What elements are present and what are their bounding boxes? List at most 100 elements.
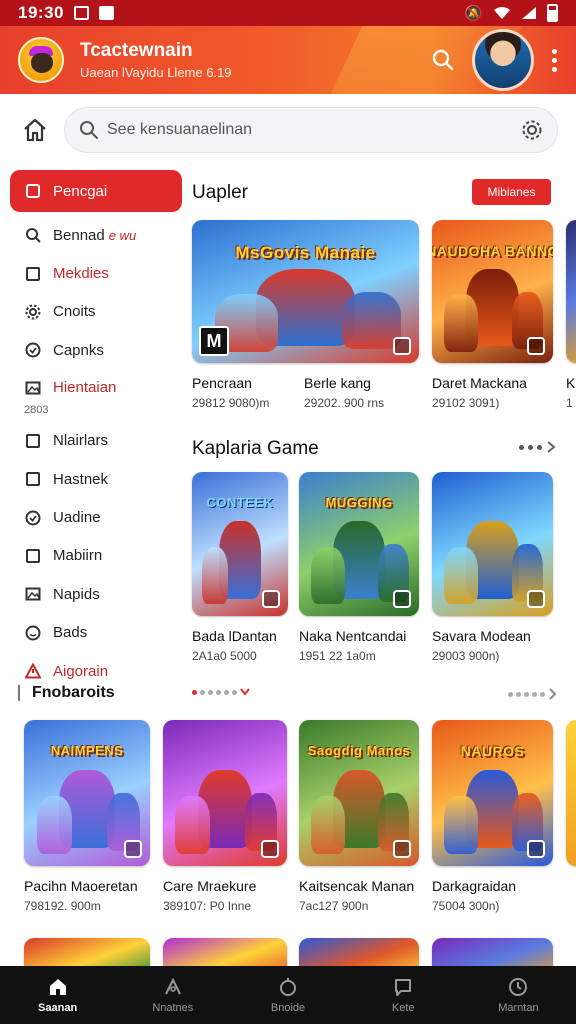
sidebar-item-label: Aigorain (53, 662, 109, 680)
search-bar[interactable] (64, 107, 558, 153)
sidebar-item-bennad[interactable]: Bennad e wu (10, 216, 182, 254)
game-thumbnail: Saogdig Manos (299, 720, 419, 866)
m-logo-icon: M (199, 326, 229, 356)
game-art-title: MUGGING (325, 495, 393, 511)
game-art-title: NAIMPENS (50, 743, 124, 759)
chat-icon (393, 976, 413, 998)
chevron-right-icon (549, 688, 557, 700)
search-icon (80, 121, 98, 139)
square-icon (24, 182, 42, 200)
game-thumbnail: MsGovis Manaie M (192, 220, 419, 363)
home-icon (48, 976, 68, 998)
sidebar-item-mabiirn[interactable]: Mabiirn (10, 537, 182, 575)
sidebar-item-napids[interactable]: Napids (10, 575, 182, 613)
sidebar-item-hientaian[interactable]: Hientaian 2803 (10, 370, 182, 422)
nav-tab-home[interactable]: Saanan (0, 966, 115, 1024)
game-card[interactable]: Savara Modean 29003 900n) (432, 472, 553, 663)
game-meta: 29812 9080)m (192, 396, 270, 410)
more-menu-button[interactable] (552, 48, 558, 72)
warning-icon (24, 662, 42, 680)
sidebar-item-capnks[interactable]: Capnks (10, 331, 182, 369)
section-more-button[interactable] (519, 440, 556, 454)
game-name: Naka Nentcandai (299, 628, 407, 644)
game-card[interactable]: MsGovis Manaie M Pencraan 29812 9080)m B… (192, 220, 419, 410)
brand-icon (393, 337, 411, 355)
notification-icon (98, 6, 114, 20)
chevron-down-icon (240, 688, 250, 696)
game-art-title: MsGovis Manaie (235, 242, 376, 262)
brand-icon (124, 840, 142, 858)
sidebar-item-label: Pencgai (53, 182, 108, 200)
game-art-title: CONTEEK (206, 495, 274, 511)
brand-icon (527, 337, 545, 355)
game-thumbnail: NAIMPENS (24, 720, 150, 866)
game-card[interactable]: NAUDOHA BANNG Daret Mackana 29102 3091) (432, 220, 553, 410)
sidebar-item-hastnek[interactable]: Hastnek (10, 460, 182, 498)
sidebar-item-uadine[interactable]: Uadine (10, 498, 182, 536)
game-meta: 29003 900n) (432, 649, 500, 663)
gear-icon[interactable] (521, 119, 543, 141)
game-card[interactable]: NAUROS Darkagraidan 75004 300n) (432, 720, 553, 913)
sidebar-item-label: Mabiirn (53, 547, 103, 565)
game-thumbnail (432, 472, 553, 616)
game-name: Daret Mackana (432, 375, 527, 391)
game-meta: 29102 3091) (432, 396, 500, 410)
square-icon (24, 265, 42, 283)
nav-tab-label: Kete (391, 1002, 415, 1014)
nav-tab-marntan[interactable]: Marntan (461, 966, 576, 1024)
sidebar-item-mekdies[interactable]: Mekdies (10, 254, 182, 292)
game-name: Care Mraekure (163, 878, 257, 894)
sidebar-item-label: Cnoits (53, 303, 96, 321)
sidebar-item-cnoits[interactable]: Cnoits (10, 293, 182, 331)
user-avatar[interactable] (472, 29, 534, 91)
sidebar-item-label: Mekdies (53, 265, 109, 283)
sidebar-item-label: Bads (53, 624, 88, 642)
game-card[interactable]: NAIMPENS Pacihn Maoeretan 798192. 900m (24, 720, 150, 913)
search-input[interactable] (107, 121, 521, 139)
game-card[interactable]: K 1 (566, 220, 576, 410)
sidebar-item-label: Bennad (53, 226, 105, 244)
game-meta: 29202. 900 rns (304, 396, 385, 410)
game-name: Pencraan (192, 375, 252, 391)
sidebar-item-label: Capnks (53, 341, 104, 359)
game-art-title: NAUDOHA BANNG (432, 242, 553, 259)
sidebar-item-sublabel: 2803 (24, 403, 49, 416)
nav-tab-kete[interactable]: Kete (346, 966, 461, 1024)
game-card[interactable]: Saogdig Manos Kaitsencak Manan 7ac127 90… (299, 720, 419, 913)
carousel-indicator (192, 688, 250, 696)
status-time: 19:30 (18, 3, 64, 22)
smile-icon (24, 624, 42, 642)
brand-icon (262, 590, 280, 608)
sidebar-item-nlairlars[interactable]: Nlairlars (10, 422, 182, 460)
status-bar: 19:30 🔕 (0, 0, 576, 26)
sidebar: Pencgai Bennad e wu Mekdies Cnoits Capnk… (10, 170, 182, 690)
game-card[interactable]: MUGGING Naka Nentcandai 1951 22 1a0m (299, 472, 419, 663)
sidebar-item-pencgai[interactable]: Pencgai (10, 170, 182, 212)
battery-icon (547, 4, 558, 22)
image-icon (24, 379, 42, 397)
sidebar-item-bads[interactable]: Bads (10, 614, 182, 652)
header-search-button[interactable] (428, 45, 458, 75)
game-meta: 798192. 900m (24, 899, 101, 913)
search-icon (24, 226, 42, 244)
sidebar-item-label: Hientaian (53, 378, 117, 396)
section-more-button[interactable] (508, 688, 558, 700)
game-card[interactable]: Care Mraekure 389107: P0 Inne (163, 720, 287, 913)
game-meta: 1 (566, 396, 573, 410)
game-art-title: NAUROS (460, 743, 525, 760)
home-button[interactable] (20, 115, 50, 145)
game-thumbnail (566, 220, 576, 363)
nav-tab-label: Nnatnes (152, 1002, 194, 1014)
nav-tab-label: Bnoide (270, 1002, 306, 1014)
game-card[interactable] (566, 720, 576, 866)
sidebar-footer[interactable]: Fnobaroits (18, 684, 115, 702)
game-meta: 1951 22 1a0m (299, 649, 376, 663)
nav-tab-bnoide[interactable]: Bnoide (230, 966, 345, 1024)
nav-tab-nnatnes[interactable]: Nnatnes (115, 966, 230, 1024)
search-icon (432, 49, 454, 71)
section-header: Uapler (192, 182, 248, 204)
game-card[interactable]: CONTEEK Bada lDantan 2A1a0 5000 (192, 472, 288, 663)
game-meta: 7ac127 900n (299, 899, 369, 913)
game-thumbnail (566, 720, 576, 866)
section-action-button[interactable]: Mibianes (472, 179, 551, 205)
